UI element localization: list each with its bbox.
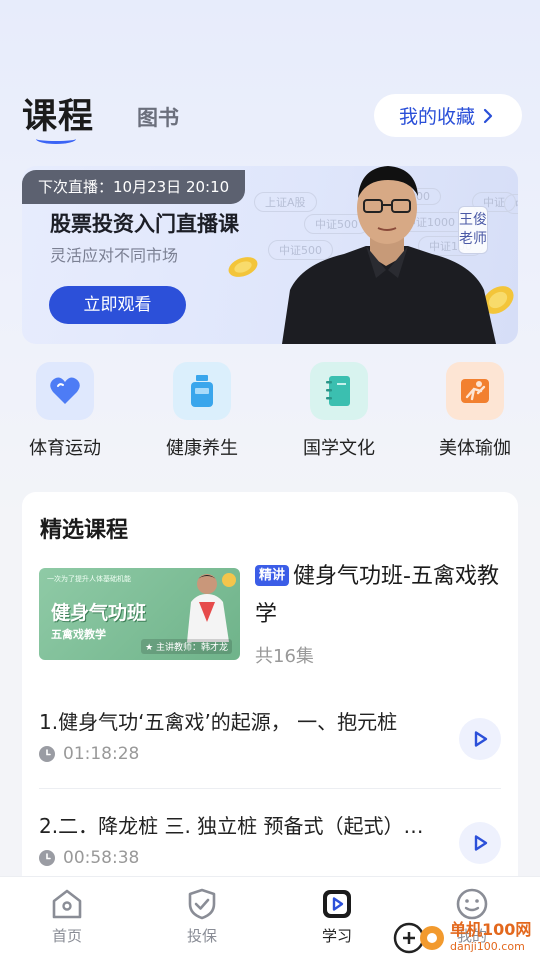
category-label: 健康养生 (166, 438, 238, 459)
clock-icon (39, 850, 55, 866)
nav-label: 学习 (321, 927, 352, 945)
live-banner[interactable]: 上证A股 000 中证500 中证 中证1000 中证500 中证100 中 下… (22, 166, 518, 344)
lesson-duration: 00:58:38 (39, 848, 139, 868)
play-button[interactable] (459, 718, 501, 760)
category-label: 体育运动 (29, 438, 101, 459)
nav-home[interactable]: 首页 (27, 887, 107, 946)
banner-title: 股票投资入门直播课 (50, 212, 239, 236)
play-icon (323, 890, 351, 918)
thumb-teacher: ★ 主讲教师：韩才龙 (141, 639, 232, 654)
course-title-text: 健身气功班-五禽戏教学 (255, 564, 499, 627)
chevron-right-icon (483, 108, 493, 123)
shield-icon (188, 888, 216, 920)
watermark-url: danji100.com (450, 940, 525, 953)
teacher-photo (282, 166, 496, 344)
clock-icon (39, 746, 55, 762)
thumb-title: 健身气功班 (51, 602, 147, 624)
category-culture[interactable]: 国学文化 (289, 362, 389, 460)
bg-tag: 中 (504, 194, 518, 214)
site-watermark: 单机100网 danji100.com (392, 914, 540, 960)
watch-now-button[interactable]: 立即观看 (49, 286, 186, 324)
my-favorites-label: 我的收藏 (398, 106, 475, 128)
category-label: 美体瑜伽 (439, 438, 511, 459)
featured-badge: 精讲 (255, 565, 290, 586)
banner-subtitle: 灵活应对不同市场 (50, 246, 179, 265)
notebook-icon (310, 362, 368, 420)
home-icon (52, 889, 82, 919)
watermark-logo-icon (393, 922, 444, 954)
category-yoga[interactable]: 美体瑜伽 (425, 362, 525, 460)
episode-count: 共16集 (255, 646, 314, 667)
section-title: 精选课程 (40, 518, 129, 543)
bottle-icon (173, 362, 231, 420)
course-title: 精讲 健身气功班-五禽戏教学 (255, 558, 505, 634)
next-live-time: 下次直播：10月23日 20:10 (22, 170, 246, 204)
lesson-duration: 01:18:28 (39, 744, 139, 764)
category-health[interactable]: 健康养生 (152, 362, 252, 460)
lesson-item[interactable]: 1.健身气功‘五禽戏’的起源， 一、抱元桩 01:18:28 (39, 706, 501, 796)
nav-label: 投保 (186, 927, 217, 945)
nav-label: 首页 (51, 927, 82, 945)
divider (39, 788, 501, 789)
watermark-name: 单机100网 (450, 920, 532, 939)
thumb-tagline: 一次为了提升人体基础机能 (47, 575, 131, 583)
play-button[interactable] (459, 822, 501, 864)
tab-courses[interactable]: 课程 (22, 88, 94, 139)
play-icon (474, 731, 488, 747)
category-row: 体育运动 健康养生 国学文化 美体瑜伽 (22, 362, 522, 462)
nav-study[interactable]: 学习 (297, 887, 377, 946)
featured-courses-card: 精选课程 一次为了提升人体基础机能 健身气功班 五禽戏教学 ★ 主讲教师：韩才龙… (22, 492, 518, 892)
duration-text: 01:18:28 (63, 744, 140, 764)
tab-active-indicator (36, 134, 76, 144)
category-sports[interactable]: 体育运动 (15, 362, 115, 460)
lesson-title: 2.二．降龙桩 三. 独立桩 预备式（起式）… (39, 814, 424, 838)
teacher-name-label: 王俊老师 (458, 206, 488, 254)
course-info[interactable]: 精讲 健身气功班-五禽戏教学 (255, 558, 505, 634)
yoga-icon (446, 362, 504, 420)
course-thumbnail[interactable]: 一次为了提升人体基础机能 健身气功班 五禽戏教学 ★ 主讲教师：韩才龙 (39, 568, 240, 660)
tab-books[interactable]: 图书 (137, 102, 179, 132)
lesson-title: 1.健身气功‘五禽戏’的起源， 一、抱元桩 (39, 710, 398, 734)
heart-icon (36, 362, 94, 420)
duration-text: 00:58:38 (63, 848, 140, 868)
category-label: 国学文化 (303, 438, 375, 459)
coin-icon (228, 257, 258, 277)
nav-insurance[interactable]: 投保 (162, 887, 242, 946)
header-tabs: 课程 图书 我的收藏 (22, 86, 522, 146)
thumb-subtitle: 五禽戏教学 (51, 628, 106, 641)
my-favorites-button[interactable]: 我的收藏 (374, 94, 522, 137)
play-icon (474, 835, 488, 851)
instructor-figure (187, 573, 236, 642)
